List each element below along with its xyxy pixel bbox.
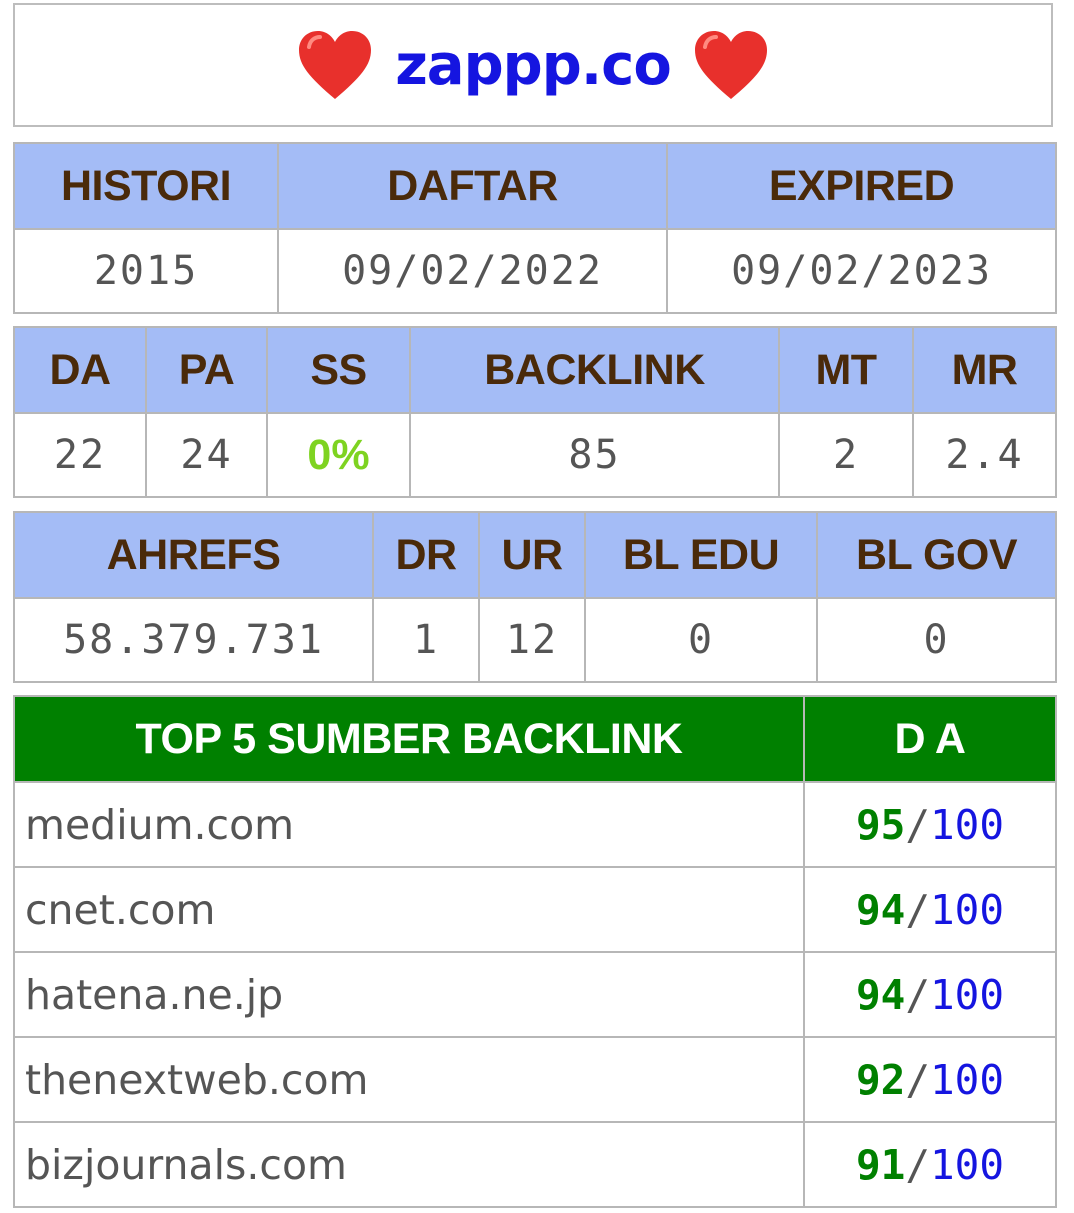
heart-icon <box>694 31 767 99</box>
table-row: 22 24 0% 85 2 2.4 <box>13 412 1057 498</box>
backlink-value: 85 <box>409 412 780 498</box>
backlink-site[interactable]: thenextweb.com <box>13 1036 805 1123</box>
dr-value: 1 <box>372 597 480 683</box>
table-header-row: HISTORI DAFTAR EXPIRED <box>13 142 1057 230</box>
score-value: 92 <box>855 1055 906 1104</box>
table-header-row: AHREFS DR UR BL EDU BL GOV <box>13 511 1057 599</box>
ahrefs-value: 58.379.731 <box>13 597 374 683</box>
score-value: 94 <box>855 970 906 1019</box>
daftar-value: 09/02/2022 <box>277 228 668 314</box>
expired-value: 09/02/2023 <box>666 228 1057 314</box>
table-header-row: TOP 5 SUMBER BACKLINK D A <box>13 695 1057 783</box>
top-sources-header: TOP 5 SUMBER BACKLINK <box>13 695 805 783</box>
histori-value: 2015 <box>13 228 279 314</box>
ur-header: UR <box>478 511 586 599</box>
moz-metrics-table: DA PA SS BACKLINK MT MR 22 24 0% 85 2 2.… <box>13 326 1057 498</box>
expired-header: EXPIRED <box>666 142 1057 230</box>
ss-value: 0% <box>266 412 411 498</box>
table-row: hatena.ne.jp 94/100 <box>13 951 1057 1038</box>
mr-header: MR <box>912 326 1057 414</box>
table-header-row: DA PA SS BACKLINK MT MR <box>13 326 1057 414</box>
score-max: 100 <box>930 1140 1005 1189</box>
registration-table: HISTORI DAFTAR EXPIRED 2015 09/02/2022 0… <box>13 142 1057 314</box>
score-separator: / <box>905 885 930 934</box>
score-separator: / <box>905 1140 930 1189</box>
ahrefs-header: AHREFS <box>13 511 374 599</box>
score-separator: / <box>905 800 930 849</box>
table-row: cnet.com 94/100 <box>13 866 1057 953</box>
score-value: 94 <box>855 885 906 934</box>
bl-edu-value: 0 <box>584 597 818 683</box>
ss-header: SS <box>266 326 411 414</box>
score-max: 100 <box>930 800 1005 849</box>
backlink-header: BACKLINK <box>409 326 780 414</box>
bl-gov-value: 0 <box>816 597 1057 683</box>
pa-value: 24 <box>145 412 268 498</box>
backlink-site[interactable]: cnet.com <box>13 866 805 953</box>
backlink-site[interactable]: bizjournals.com <box>13 1121 805 1208</box>
heart-icon <box>299 31 372 99</box>
ur-value: 12 <box>478 597 586 683</box>
table-row: thenextweb.com 92/100 <box>13 1036 1057 1123</box>
bl-edu-header: BL EDU <box>584 511 818 599</box>
backlink-site[interactable]: medium.com <box>13 781 805 868</box>
bl-gov-header: BL GOV <box>816 511 1057 599</box>
score-value: 91 <box>855 1140 906 1189</box>
score-separator: / <box>905 1055 930 1104</box>
backlink-score: 95/100 <box>803 781 1057 868</box>
table-row: 58.379.731 1 12 0 0 <box>13 597 1057 683</box>
da-score-header: D A <box>803 695 1057 783</box>
mt-header: MT <box>778 326 914 414</box>
histori-header: HISTORI <box>13 142 279 230</box>
table-row: 2015 09/02/2022 09/02/2023 <box>13 228 1057 314</box>
table-row: medium.com 95/100 <box>13 781 1057 868</box>
score-max: 100 <box>930 970 1005 1019</box>
dr-header: DR <box>372 511 480 599</box>
ahrefs-table: AHREFS DR UR BL EDU BL GOV 58.379.731 1 … <box>13 511 1057 683</box>
backlink-score: 92/100 <box>803 1036 1057 1123</box>
score-max: 100 <box>930 1055 1005 1104</box>
score-max: 100 <box>930 885 1005 934</box>
domain-name: zappp.co <box>395 32 672 98</box>
daftar-header: DAFTAR <box>277 142 668 230</box>
da-value: 22 <box>13 412 147 498</box>
mt-value: 2 <box>778 412 914 498</box>
top-backlinks-table: TOP 5 SUMBER BACKLINK D A medium.com 95/… <box>13 695 1057 1208</box>
backlink-score: 94/100 <box>803 951 1057 1038</box>
score-value: 95 <box>855 800 906 849</box>
domain-title-box: zappp.co <box>13 3 1053 127</box>
da-header: DA <box>13 326 147 414</box>
table-row: bizjournals.com 91/100 <box>13 1121 1057 1208</box>
score-separator: / <box>905 970 930 1019</box>
backlink-site[interactable]: hatena.ne.jp <box>13 951 805 1038</box>
mr-value: 2.4 <box>912 412 1057 498</box>
pa-header: PA <box>145 326 268 414</box>
backlink-score: 94/100 <box>803 866 1057 953</box>
backlink-score: 91/100 <box>803 1121 1057 1208</box>
